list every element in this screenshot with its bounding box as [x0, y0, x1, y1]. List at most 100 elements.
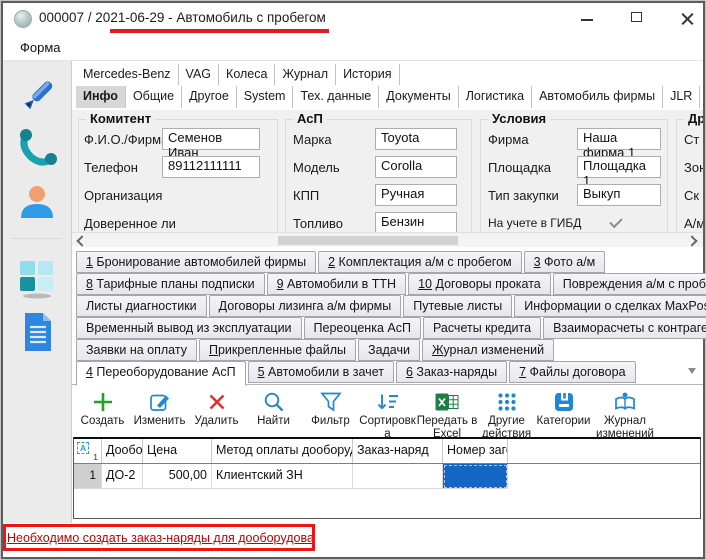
- tab-istoriya[interactable]: История: [336, 64, 399, 85]
- menu-forma[interactable]: Форма: [16, 39, 65, 56]
- tab-dokumenty[interactable]: Документы: [379, 86, 458, 108]
- subtab-vzaimoraschety[interactable]: Взаиморасчеты с контрагентами: [543, 317, 706, 339]
- ploschadka-input[interactable]: Площадка 1: [577, 156, 661, 178]
- subtab-row-4: Временный вывод из эксплуатацииПереоценк…: [76, 317, 706, 339]
- edit-button[interactable]: Изменить: [131, 387, 188, 428]
- col-header-nomer[interactable]: Номер заго...: [443, 439, 508, 463]
- sort-button[interactable]: Сортировка: [359, 387, 416, 441]
- tab-tech-dannye[interactable]: Тех. данные: [293, 86, 379, 108]
- cell-dooborudovanie[interactable]: ДО-2: [102, 464, 143, 489]
- subtab-pereocenka[interactable]: Переоценка АсП: [304, 317, 421, 339]
- marka-label: Марка: [293, 132, 332, 147]
- tab-avtomobil-firmy[interactable]: Автомобиль фирмы: [532, 86, 663, 108]
- tab-mercedes-benz[interactable]: Mercedes-Benz: [76, 64, 179, 85]
- toplivo-input[interactable]: Бензин: [375, 212, 457, 232]
- firma-input[interactable]: Наша фирма 1: [577, 128, 661, 150]
- col-header-metod-oplaty[interactable]: Метод оплаты дооборудования: [212, 439, 353, 463]
- subtab-avtomobili-v-zachet[interactable]: 5 Автомобили в зачет: [248, 361, 394, 383]
- col-header-cena[interactable]: Цена: [143, 439, 212, 463]
- subtab-povrezhdeniya[interactable]: Повреждения а/м с пробегом: [553, 273, 706, 295]
- tab-vag[interactable]: VAG: [179, 64, 219, 85]
- subtab-zayavki-na-oplatu[interactable]: Заявки на оплату: [76, 339, 197, 361]
- tip-zakupki-input[interactable]: Выкуп: [577, 184, 661, 206]
- phone-button[interactable]: [3, 123, 71, 173]
- document-button[interactable]: [3, 307, 71, 357]
- firma-label: Фирма: [488, 132, 529, 147]
- table-header-row: A 1 Дообо... Цена Метод оплаты дооборудо…: [74, 439, 700, 464]
- pen-tool-button[interactable]: [3, 71, 71, 121]
- kpp-input[interactable]: Ручная: [375, 184, 457, 206]
- subtab-row-1: 1 Бронирование автомобилей фирмы2 Компле…: [76, 251, 607, 273]
- marka-input[interactable]: Toyota: [375, 128, 457, 150]
- subtab-row-2: 8 Тарифные планы подписки9 Автомобили в …: [76, 273, 706, 295]
- subtab-tarifnye-plany[interactable]: 8 Тарифные планы подписки: [76, 273, 265, 295]
- group-komitent-title: Комитент: [86, 111, 155, 126]
- col-header-zakaz-naryad[interactable]: Заказ-наряд: [353, 439, 443, 463]
- subtab-foto[interactable]: 3 Фото а/м: [524, 251, 606, 273]
- tab-kolesa[interactable]: Колеса: [219, 64, 275, 85]
- subtab-vremennyj-vyvod[interactable]: Временный вывод из эксплуатации: [76, 317, 302, 339]
- table-row: 1 ДО-2 500,00 Клиентский ЗН: [74, 464, 700, 489]
- find-button[interactable]: Найти: [245, 387, 302, 428]
- categories-button[interactable]: Категории: [535, 387, 592, 428]
- subtab-prikreplennye-fajly[interactable]: Прикрепленные файлы: [199, 339, 356, 361]
- warning-link[interactable]: Необходимо создать заказ-наряды для дооб…: [6, 531, 315, 545]
- subtab-dogovory-lizinga[interactable]: Договоры лизинга а/м фирмы: [209, 295, 402, 317]
- cell-metod-oplaty[interactable]: Клиентский ЗН: [212, 464, 353, 489]
- brand-tabstrip: Mercedes-Benz VAG Колеса Журнал История: [76, 64, 400, 85]
- subtab-komplektaciya[interactable]: 2 Комплектация а/м с пробегом: [318, 251, 522, 273]
- modules-button[interactable]: [3, 253, 71, 303]
- cell-zakaz-naryad[interactable]: [353, 464, 443, 489]
- fio-firma-input[interactable]: Семенов Иван: [162, 128, 260, 150]
- tab-info[interactable]: Инфо: [76, 86, 126, 108]
- subtab-zhurnal-izmenenij[interactable]: Журнал изменений: [422, 339, 554, 361]
- form-horizontal-scrollbar[interactable]: [72, 232, 703, 247]
- more-actions-button[interactable]: Другие действия: [478, 387, 535, 441]
- user-button[interactable]: [3, 177, 71, 227]
- app-window: 000007 / 2021-06-29 - Автомобиль с пробе…: [0, 0, 706, 560]
- subtab-dogovory-prokata[interactable]: 10 Договоры проката: [408, 273, 551, 295]
- maximize-button[interactable]: [624, 5, 650, 31]
- subtab-bronirovanie[interactable]: 1 Бронирование автомобилей фирмы: [76, 251, 316, 273]
- scroll-right-icon[interactable]: [686, 235, 697, 246]
- subtab-maxposter[interactable]: Информации о сделках MaxPoster: [514, 295, 706, 317]
- subtab-zakaz-naryady[interactable]: 6 Заказ-наряды: [396, 361, 507, 383]
- subtab-listy-diagnostiki[interactable]: Листы диагностики: [76, 295, 207, 317]
- subtab-raschety-kredita[interactable]: Расчеты кредита: [423, 317, 541, 339]
- scroll-left-icon[interactable]: [76, 235, 87, 246]
- auto-column-a-icon: A: [77, 442, 89, 454]
- export-excel-button[interactable]: Передать в Excel: [416, 387, 478, 441]
- tab-overflow-dropdown-icon[interactable]: [688, 368, 696, 378]
- kpp-label: КПП: [293, 188, 319, 203]
- search-icon: [263, 389, 285, 415]
- scrollbar-thumb[interactable]: [278, 236, 458, 245]
- plus-icon: [92, 389, 114, 415]
- subtab-putevye-listy[interactable]: Путевые листы: [403, 295, 512, 317]
- subtab-fajly-dogovora[interactable]: 7 Файлы договора: [509, 361, 635, 383]
- subtab-pereoborudovanie-active[interactable]: 4 Переоборудование АсП: [76, 361, 246, 386]
- filter-button[interactable]: Фильтр: [302, 387, 359, 428]
- tab-zhurnal[interactable]: Журнал: [275, 64, 336, 85]
- tab-drugoe[interactable]: Другое: [182, 86, 237, 108]
- subtab-zadachi[interactable]: Задачи: [358, 339, 420, 361]
- tab-system[interactable]: System: [237, 86, 294, 108]
- row-number-cell[interactable]: 1: [74, 464, 102, 489]
- col-header-dooborudovanie[interactable]: Дообо...: [102, 439, 143, 463]
- changelog-button[interactable]: Журнал изменений: [592, 387, 658, 441]
- minimize-button[interactable]: [574, 5, 600, 31]
- create-button[interactable]: Создать: [74, 387, 131, 428]
- close-button[interactable]: [674, 5, 700, 31]
- delete-button[interactable]: Удалить: [188, 387, 245, 428]
- tab-logistika[interactable]: Логистика: [459, 86, 532, 108]
- cell-cena[interactable]: 500,00: [143, 464, 212, 489]
- cell-nomer-selected[interactable]: [443, 464, 508, 489]
- tab-jlr[interactable]: JLR: [663, 86, 700, 108]
- table-corner-cell[interactable]: A 1: [74, 439, 102, 463]
- subtab-avtomobili-ttn[interactable]: 9 Автомобили в ТТН: [267, 273, 407, 295]
- sidebar-divider: [12, 238, 62, 239]
- phone-input[interactable]: 89112111111: [162, 156, 260, 178]
- tab-bmw[interactable]: BMW: [700, 86, 706, 108]
- tab-obschie[interactable]: Общие: [126, 86, 182, 108]
- group-usloviya-title: Условия: [488, 111, 550, 126]
- model-input[interactable]: Corolla: [375, 156, 457, 178]
